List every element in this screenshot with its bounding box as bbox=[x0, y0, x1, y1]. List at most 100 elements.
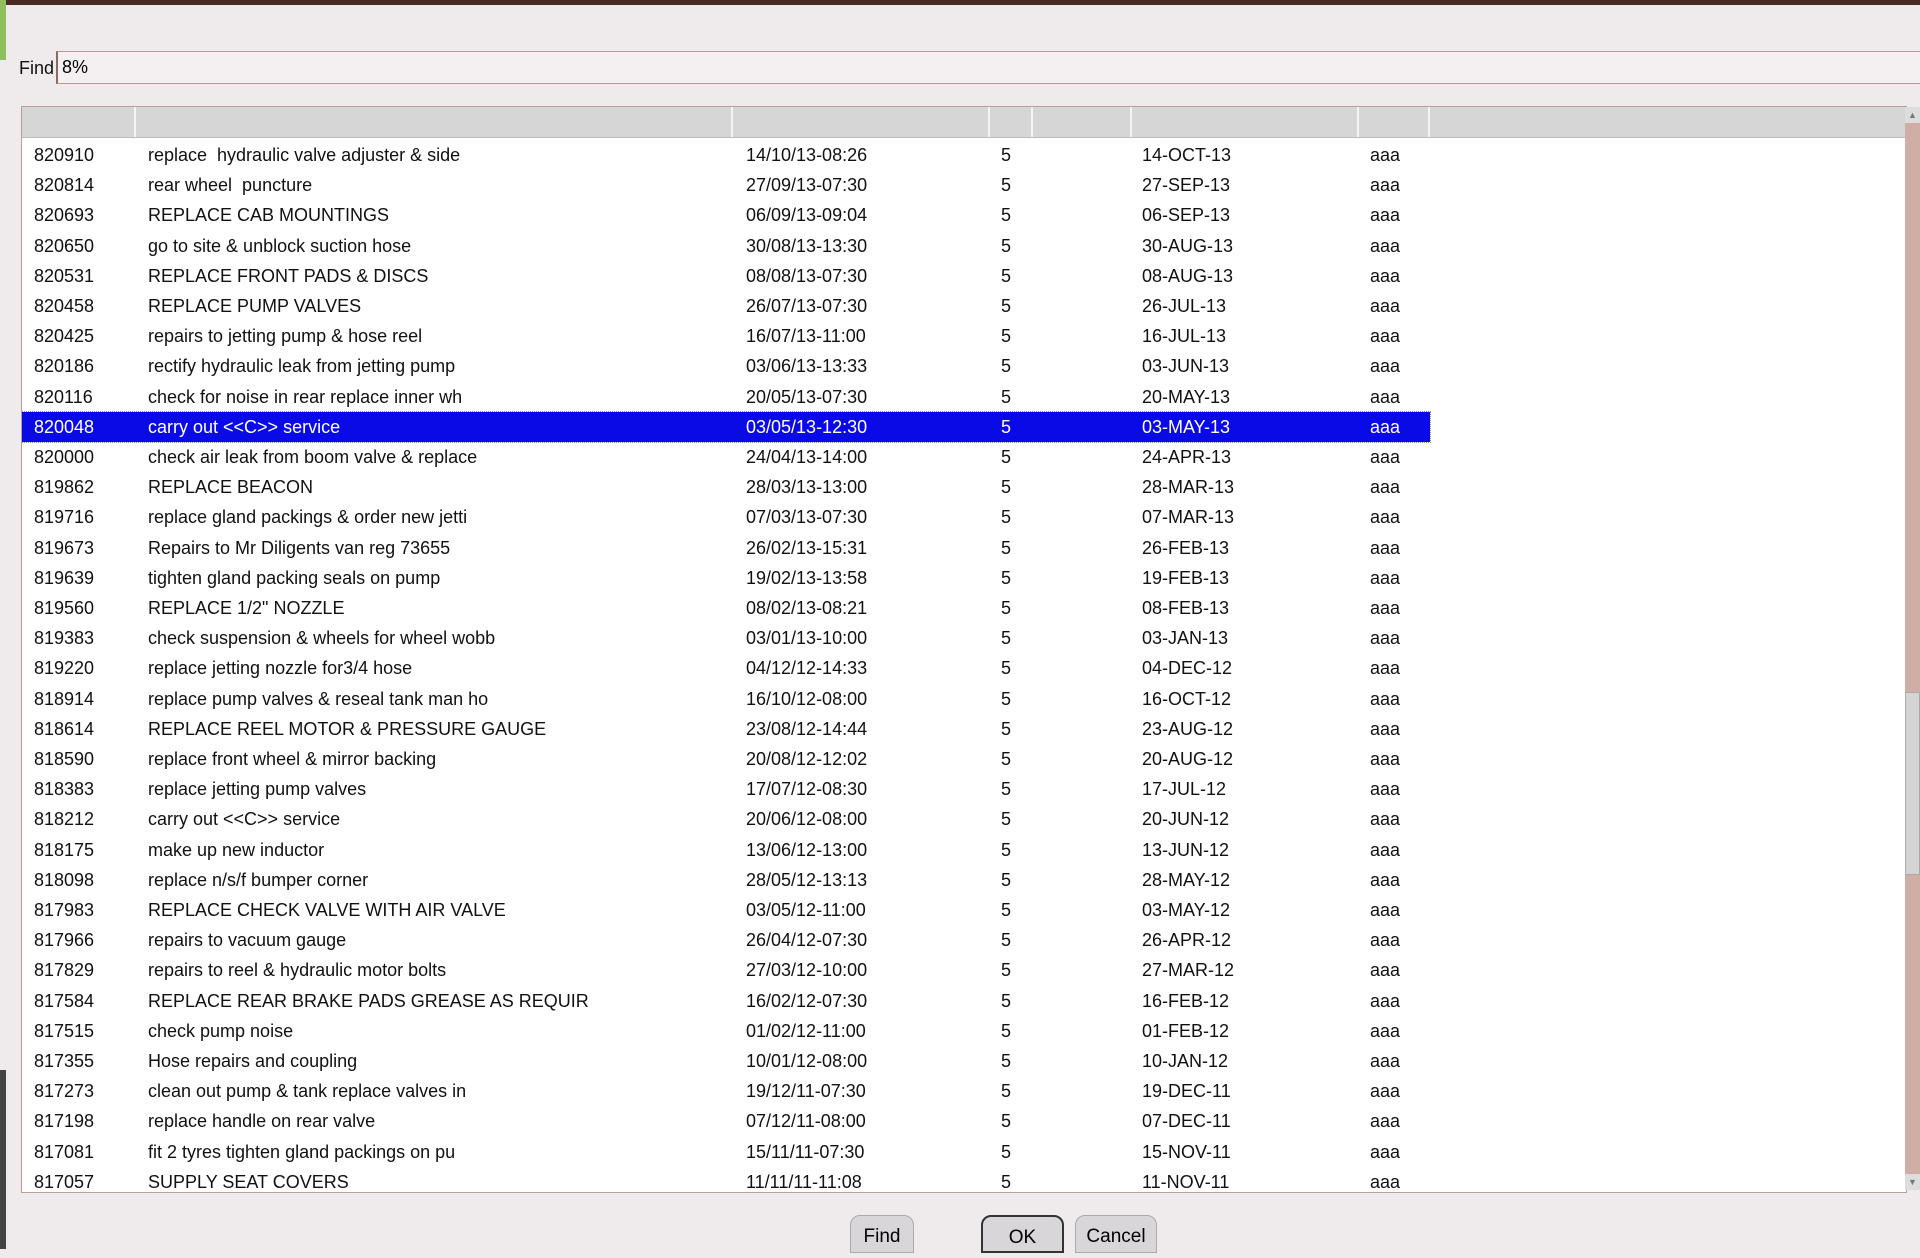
cell-id: 820186 bbox=[34, 356, 95, 377]
cell-date: 26-FEB-13 bbox=[1142, 537, 1230, 558]
table-row[interactable]: 820693 REPLACE CAB MOUNTINGS 06/09/13-09:0… bbox=[22, 200, 1430, 230]
cell-user: aaa bbox=[1370, 205, 1401, 226]
table-row[interactable]: 817966 repairs to vacuum gauge 26/04/12-07… bbox=[22, 925, 1430, 955]
table-row[interactable]: 818590 replace front wheel & mirror backi… bbox=[22, 744, 1430, 774]
column-header[interactable] bbox=[1132, 107, 1359, 137]
cell-date: 19-DEC-11 bbox=[1142, 1081, 1231, 1102]
cell-datetime: 14/10/13-08:26 bbox=[746, 145, 868, 165]
scroll-down-arrow-icon[interactable]: ▼ bbox=[1905, 1174, 1920, 1190]
cell-user: aaa bbox=[1370, 749, 1401, 769]
ok-button[interactable]: OK bbox=[981, 1215, 1064, 1253]
cell-description: carry out <<C>> service bbox=[148, 809, 341, 830]
cell-priority: 5 bbox=[1001, 960, 1012, 981]
cell-priority: 5 bbox=[1001, 447, 1012, 467]
cell-datetime: 26/02/13-15:31 bbox=[746, 537, 868, 558]
background-window-edge bbox=[0, 0, 6, 60]
table-row[interactable]: 817584 REPLACE REAR BRAKE PADS GREASE AS … bbox=[22, 986, 1430, 1016]
cell-description: replace pump valves & reseal tank man ho bbox=[148, 688, 489, 709]
table-row[interactable]: 817983 REPLACE CHECK VALVE WITH AIR VALVE… bbox=[22, 895, 1430, 925]
table-row[interactable]: 817081 fit 2 tyres tighten gland packings… bbox=[22, 1137, 1430, 1167]
column-header[interactable] bbox=[1033, 107, 1132, 137]
table-row[interactable]: 818212 carry out <<C>> service 20/06/12-08… bbox=[22, 804, 1430, 834]
vertical-scrollbar[interactable]: ▲ ▼ bbox=[1905, 107, 1920, 1190]
table-row[interactable]: 820910 replace hydraulic valve adjuster &… bbox=[22, 140, 1430, 170]
find-button[interactable]: Find bbox=[850, 1215, 914, 1253]
cell-id: 817584 bbox=[34, 990, 95, 1011]
cell-datetime: 19/02/13-13:58 bbox=[746, 567, 868, 588]
cell-id: 818098 bbox=[34, 869, 95, 890]
cell-user: aaa bbox=[1370, 416, 1401, 437]
cell-date: 17-JUL-12 bbox=[1142, 779, 1227, 800]
table-row[interactable]: 818098 replace n/s/f bumper corner 28/05/1… bbox=[22, 865, 1430, 895]
cell-priority: 5 bbox=[1001, 175, 1012, 196]
cell-priority: 5 bbox=[1001, 356, 1012, 377]
cell-user: aaa bbox=[1370, 1171, 1401, 1192]
cell-date: 08-FEB-13 bbox=[1142, 598, 1230, 618]
table-row[interactable]: 817355 Hose repairs and coupling 10/01/12-… bbox=[22, 1046, 1430, 1076]
cell-date: 01-FEB-12 bbox=[1142, 1020, 1230, 1041]
cell-date: 27-MAR-12 bbox=[1142, 960, 1235, 981]
cell-description: replace hydraulic valve adjuster & side bbox=[148, 145, 461, 165]
table-row[interactable]: 817273 clean out pump & tank replace valv… bbox=[22, 1076, 1430, 1106]
cell-datetime: 03/06/13-13:33 bbox=[746, 356, 868, 377]
cell-date: 28-MAY-12 bbox=[1142, 869, 1231, 890]
table-row[interactable]: 819560 REPLACE 1/2" NOZZLE 08/02/13-08:21 5… bbox=[22, 593, 1430, 623]
table-row[interactable]: 820458 REPLACE PUMP VALVES 26/07/13-07:30 5… bbox=[22, 291, 1430, 321]
cell-user: aaa bbox=[1370, 537, 1401, 558]
table-row[interactable]: 819639 tighten gland packing seals on pum… bbox=[22, 563, 1430, 593]
cancel-button[interactable]: Cancel bbox=[1075, 1215, 1157, 1253]
cell-id: 817198 bbox=[34, 1111, 95, 1132]
scroll-up-arrow-icon[interactable]: ▲ bbox=[1905, 107, 1920, 123]
table-row[interactable]: 818383 replace jetting pump valves 17/07/1… bbox=[22, 774, 1430, 804]
table-row[interactable]: 817515 check pump noise 01/02/12-11:00 5 01-… bbox=[22, 1016, 1430, 1046]
cell-user: aaa bbox=[1370, 477, 1401, 498]
scrollbar-thumb[interactable] bbox=[1905, 692, 1920, 875]
table-row[interactable]: 817198 replace handle on rear valve 07/12/… bbox=[22, 1106, 1430, 1136]
table-row[interactable]: 817057 SUPPLY SEAT COVERS 11/11/11-11:08 5 1… bbox=[22, 1167, 1430, 1192]
table-row[interactable]: 820000 check air leak from boom valve & r… bbox=[22, 442, 1430, 472]
table-row[interactable]: 820048 carry out <<C>> service 03/05/13-12… bbox=[22, 410, 1431, 443]
table-row[interactable]: 817829 repairs to reel & hydraulic motor … bbox=[22, 955, 1430, 985]
cell-priority: 5 bbox=[1001, 598, 1012, 618]
cell-priority: 5 bbox=[1001, 749, 1012, 769]
table-row[interactable]: 820186 rectify hydraulic leak from jettin… bbox=[22, 351, 1430, 381]
cell-description: make up new inductor bbox=[148, 839, 325, 860]
column-header[interactable] bbox=[1359, 107, 1430, 137]
cell-description: repairs to vacuum gauge bbox=[148, 930, 347, 951]
cell-user: aaa bbox=[1370, 628, 1401, 649]
cell-description: replace n/s/f bumper corner bbox=[148, 869, 369, 890]
column-header[interactable] bbox=[22, 107, 136, 137]
table-row[interactable]: 820425 repairs to jetting pump & hose ree… bbox=[22, 321, 1430, 351]
cell-id: 820693 bbox=[34, 205, 95, 226]
table-row[interactable]: 820650 go to site & unblock suction hose 3… bbox=[22, 231, 1430, 261]
cell-date: 15-NOV-11 bbox=[1142, 1141, 1231, 1162]
cell-datetime: 23/08/12-14:44 bbox=[746, 718, 868, 739]
table-row[interactable]: 818614 REPLACE REEL MOTOR & PRESSURE GAUG… bbox=[22, 714, 1430, 744]
table-row[interactable]: 819673 Repairs to Mr Diligents van reg 73… bbox=[22, 533, 1430, 563]
cell-priority: 5 bbox=[1001, 718, 1012, 739]
table-row[interactable]: 820814 rear wheel puncture 27/09/13-07:30 5… bbox=[22, 170, 1430, 200]
column-header[interactable] bbox=[990, 107, 1033, 137]
table-row[interactable]: 818914 replace pump valves & reseal tank … bbox=[22, 684, 1430, 714]
find-input[interactable] bbox=[56, 51, 1920, 84]
cell-priority: 5 bbox=[1001, 1020, 1012, 1041]
table-row[interactable]: 820116 check for noise in rear replace in… bbox=[22, 382, 1430, 412]
cell-user: aaa bbox=[1370, 598, 1401, 618]
cell-datetime: 07/12/11-08:00 bbox=[746, 1111, 866, 1132]
table-row[interactable]: 819716 replace gland packings & order new… bbox=[22, 502, 1430, 532]
cell-user: aaa bbox=[1370, 356, 1401, 377]
table-row[interactable]: 819220 replace jetting nozzle for3/4 hose… bbox=[22, 653, 1430, 683]
cell-user: aaa bbox=[1370, 1051, 1401, 1071]
column-header[interactable] bbox=[733, 107, 990, 137]
cell-id: 819862 bbox=[34, 477, 95, 498]
table-row[interactable]: 819383 check suspension & wheels for whee… bbox=[22, 623, 1430, 653]
cell-user: aaa bbox=[1370, 1081, 1401, 1102]
table-row[interactable]: 818175 make up new inductor 13/06/12-13:00… bbox=[22, 835, 1430, 865]
cell-id: 817966 bbox=[34, 930, 95, 951]
cell-priority: 5 bbox=[1001, 628, 1012, 649]
cell-date: 03-JUN-13 bbox=[1142, 356, 1230, 377]
cell-priority: 5 bbox=[1001, 1051, 1012, 1071]
table-row[interactable]: 819862 REPLACE BEACON 28/03/13-13:00 5 28-MA… bbox=[22, 472, 1430, 502]
column-header[interactable] bbox=[136, 107, 733, 137]
table-row[interactable]: 820531 REPLACE FRONT PADS & DISCS 08/08/13… bbox=[22, 261, 1430, 291]
